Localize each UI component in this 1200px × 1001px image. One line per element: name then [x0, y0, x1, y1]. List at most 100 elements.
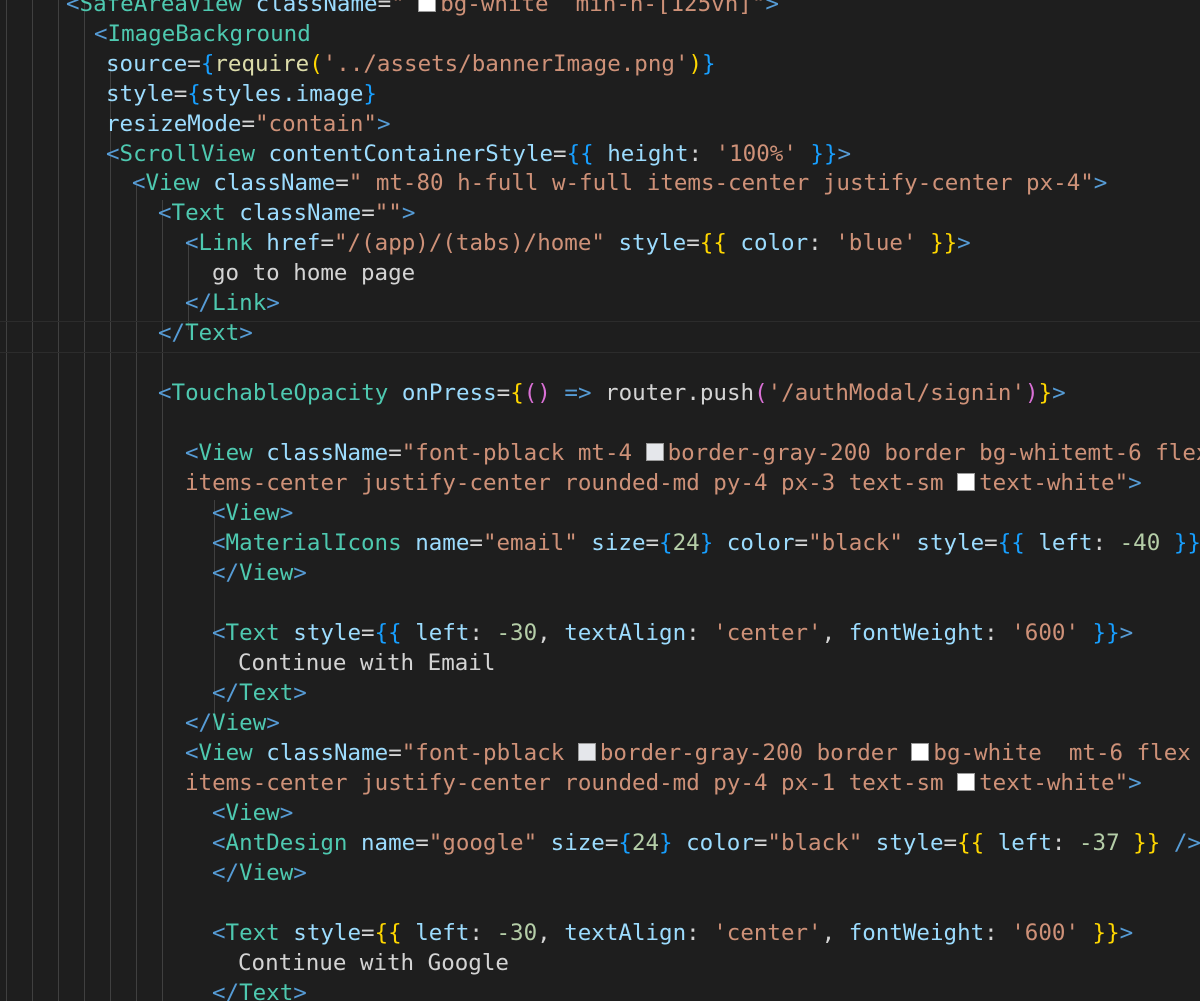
- code-line[interactable]: Continue with Email: [238, 648, 495, 678]
- code-token: View: [198, 740, 253, 766]
- code-token: text-white": [979, 470, 1129, 496]
- code-token: =: [187, 51, 201, 77]
- code-line[interactable]: <View className=" mt-80 h-full w-full it…: [132, 168, 1107, 198]
- code-token: -30: [496, 620, 538, 646]
- code-token: size: [577, 530, 646, 556]
- code-token: }}: [1079, 920, 1120, 946]
- code-line[interactable]: <TouchableOpacity onPress={() => router.…: [158, 378, 1066, 408]
- color-swatch-icon[interactable]: [418, 0, 437, 12]
- code-token: 'blue': [835, 230, 917, 256]
- color-swatch-icon[interactable]: [911, 743, 930, 761]
- code-line[interactable]: items-center justify-center rounded-md p…: [185, 768, 1142, 798]
- code-token: =: [241, 111, 256, 137]
- code-token: left: [1024, 530, 1093, 556]
- code-line[interactable]: <ScrollView contentContainerStyle={{ hei…: [106, 139, 851, 169]
- code-line[interactable]: <View>: [212, 498, 293, 528]
- code-line[interactable]: <View className="font-pblack mt-4 border…: [185, 438, 1200, 468]
- code-editor[interactable]: <SafeAreaView className=" bg-white min-h…: [0, 0, 1200, 1001]
- code-line[interactable]: <Text className="">: [158, 198, 415, 228]
- code-line[interactable]: </Text>: [212, 978, 307, 1001]
- code-token: }: [699, 530, 714, 556]
- code-token: Continue with Google: [238, 950, 509, 976]
- code-token: {{: [997, 530, 1025, 556]
- code-token: bg-white min-h-[125vh]": [440, 0, 766, 17]
- code-token: items-center justify-center rounded-md p…: [185, 770, 958, 796]
- code-token: AntDesign: [225, 830, 348, 856]
- code-token: border-gray-200 border: [599, 740, 912, 766]
- color-swatch-icon[interactable]: [577, 743, 596, 761]
- code-token: router.push: [605, 380, 755, 406]
- code-token: =: [361, 200, 375, 226]
- code-token: ): [1025, 380, 1039, 406]
- code-token: color: [726, 230, 809, 256]
- code-line[interactable]: <SafeAreaView className=" bg-white min-h…: [66, 0, 779, 19]
- color-swatch-icon[interactable]: [645, 443, 664, 461]
- code-line[interactable]: <Link href="/(app)/(tabs)/home" style={{…: [185, 228, 971, 258]
- code-token: </: [212, 680, 240, 706]
- code-token: TouchableOpacity: [171, 380, 389, 406]
- code-token: }}: [1119, 830, 1161, 856]
- code-line[interactable]: </View>: [212, 558, 307, 588]
- code-token: left: [401, 920, 470, 946]
- code-line[interactable]: source={require('../assets/bannerImage.p…: [106, 49, 716, 79]
- code-token: }: [659, 830, 673, 856]
- code-token: name: [347, 830, 416, 856]
- code-line[interactable]: items-center justify-center rounded-md p…: [185, 468, 1142, 498]
- code-token: Link: [198, 230, 253, 256]
- code-line[interactable]: <AntDesign name="google" size={24} color…: [212, 828, 1200, 858]
- code-line[interactable]: <ImageBackground: [94, 19, 311, 49]
- code-token: Text: [225, 920, 280, 946]
- code-token: bg-white mt-6 flex w: [933, 740, 1200, 766]
- code-token: ,: [821, 920, 849, 946]
- code-token: <: [94, 21, 108, 47]
- code-token: ScrollView: [119, 141, 256, 167]
- color-swatch-icon[interactable]: [957, 473, 976, 491]
- code-token: >: [837, 141, 852, 167]
- code-token: style: [106, 81, 174, 107]
- code-token: '600': [1011, 920, 1079, 946]
- code-token: }}: [1079, 620, 1120, 646]
- color-swatch-icon[interactable]: [957, 773, 976, 791]
- code-token: -37: [1079, 830, 1120, 856]
- code-token: >: [293, 980, 307, 1001]
- code-token: >: [1093, 170, 1108, 196]
- code-token: left: [401, 620, 470, 646]
- code-token: <: [212, 620, 226, 646]
- code-line[interactable]: <Text style={{ left: -30, textAlign: 'ce…: [212, 918, 1133, 948]
- code-token: :: [469, 620, 497, 646]
- code-token: Text: [239, 980, 294, 1001]
- code-line[interactable]: <View className="font-pblack border-gray…: [185, 738, 1200, 768]
- code-token: {{: [374, 920, 402, 946]
- code-line[interactable]: </Text>: [158, 318, 253, 348]
- code-token: text-white": [979, 770, 1129, 796]
- code-token: :: [808, 230, 836, 256]
- indent-guide: [32, 0, 33, 1001]
- code-line[interactable]: resizeMode="contain">: [106, 109, 390, 139]
- code-token: <: [66, 0, 80, 17]
- code-line[interactable]: <Text style={{ left: -30, textAlign: 'ce…: [212, 618, 1133, 648]
- code-token: :: [686, 620, 714, 646]
- code-token: </: [158, 320, 186, 346]
- code-line[interactable]: </Link>: [185, 288, 280, 318]
- code-token: {: [618, 830, 632, 856]
- code-token: '../assets/bannerImage.png': [322, 51, 689, 77]
- code-line[interactable]: </View>: [185, 708, 280, 738]
- code-line[interactable]: </Text>: [212, 678, 307, 708]
- code-token: >: [765, 0, 779, 17]
- code-line[interactable]: <MaterialIcons name="email" size={24} co…: [212, 528, 1200, 558]
- code-line[interactable]: go to home page: [212, 258, 415, 288]
- code-token: =: [173, 81, 188, 107]
- code-token: {: [187, 81, 201, 107]
- code-token: name: [401, 530, 470, 556]
- code-token: :: [1051, 830, 1079, 856]
- code-line[interactable]: </View>: [212, 858, 307, 888]
- code-line[interactable]: Continue with Google: [238, 948, 509, 978]
- code-token: styles.image: [200, 81, 364, 107]
- code-token: " mt-80 h-full w-full items-center justi…: [348, 170, 1094, 196]
- code-line[interactable]: style={styles.image}: [106, 79, 377, 109]
- code-token: =: [794, 530, 809, 556]
- code-token: =: [604, 830, 619, 856]
- code-line[interactable]: <View>: [212, 798, 293, 828]
- code-token: Text: [225, 620, 280, 646]
- code-token: "font-pblack mt-4: [401, 440, 646, 466]
